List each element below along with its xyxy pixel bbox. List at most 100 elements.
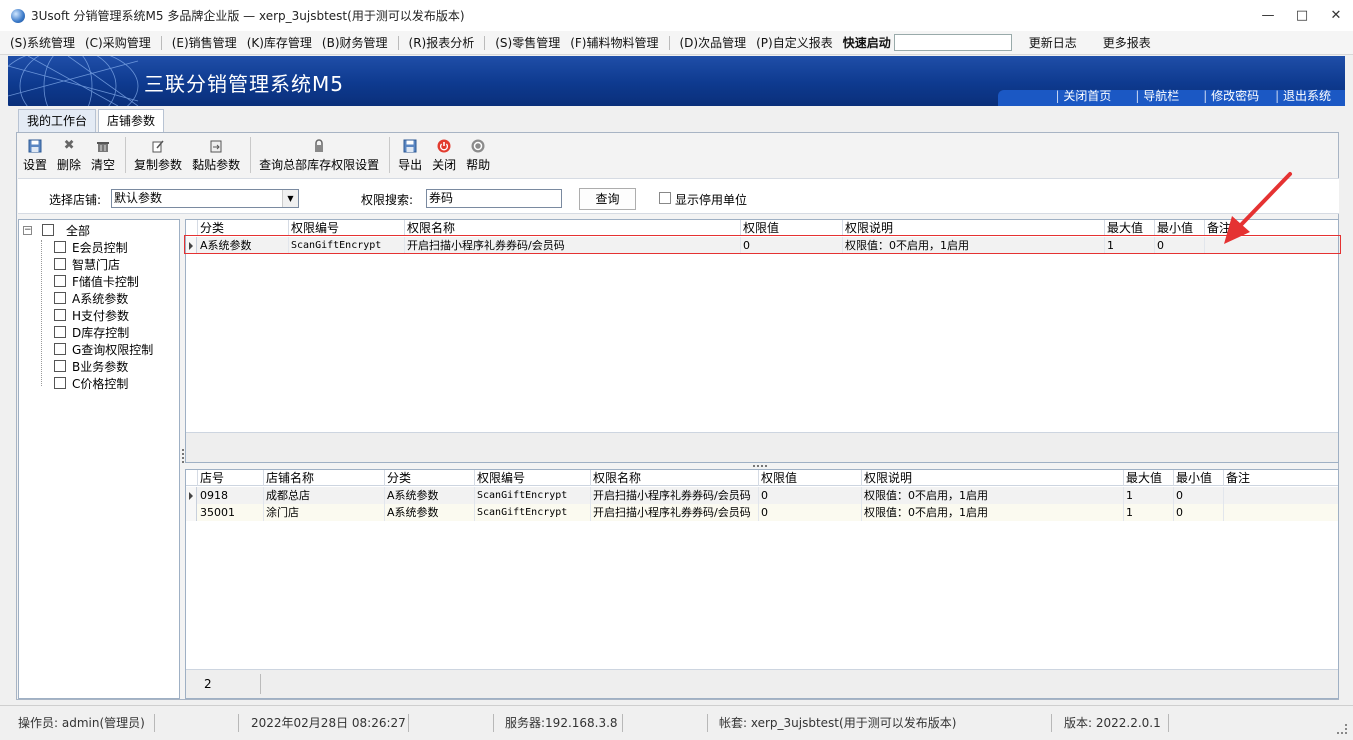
chevron-down-icon[interactable]: ▼ <box>282 190 298 207</box>
table-cell[interactable] <box>1224 504 1338 521</box>
tree-item[interactable]: F储值卡控制 <box>54 273 139 289</box>
tree-item[interactable]: A系统参数 <box>54 290 128 306</box>
tab-store-params[interactable]: 店铺参数 <box>98 109 165 132</box>
table-cell[interactable]: 0 <box>1174 487 1224 504</box>
exit-system-link[interactable]: 退出系统 <box>1275 87 1331 104</box>
permission-search-input[interactable]: 券码 <box>426 189 562 208</box>
table-cell[interactable]: 0 <box>759 487 862 504</box>
tree-checkbox[interactable] <box>54 309 66 321</box>
help-button[interactable]: 帮助 <box>466 133 490 173</box>
menu-finance[interactable]: (B)财务管理 <box>322 34 388 51</box>
table-row[interactable]: 35001 涂门店 A系统参数 ScanGiftEncrypt 开启扫描小程序礼… <box>186 504 1338 521</box>
table-cell[interactable]: 成都总店 <box>264 487 385 504</box>
maximize-button[interactable]: □ <box>1285 0 1319 31</box>
column-header[interactable]: 最小值 <box>1155 220 1205 236</box>
menu-more-reports[interactable]: 更多报表 <box>1103 34 1151 51</box>
set-button[interactable]: 设置 <box>23 133 47 173</box>
menu-inventory[interactable]: (K)库存管理 <box>247 34 312 51</box>
column-header[interactable]: 最大值 <box>1124 470 1174 486</box>
column-header[interactable]: 权限名称 <box>591 470 759 486</box>
table-row[interactable]: 0918 成都总店 A系统参数 ScanGiftEncrypt 开启扫描小程序礼… <box>186 487 1338 504</box>
store-select[interactable]: 默认参数 ▼ <box>111 189 299 208</box>
menu-purchase[interactable]: (C)采购管理 <box>85 34 151 51</box>
column-header[interactable]: 权限编号 <box>475 470 591 486</box>
table-cell[interactable]: 0 <box>759 504 862 521</box>
tree-checkbox[interactable] <box>54 377 66 389</box>
tree-item[interactable]: E会员控制 <box>54 239 128 255</box>
tree-checkbox[interactable] <box>42 224 54 236</box>
hq-stock-permission-button[interactable]: 查询总部库存权限设置 <box>259 133 379 173</box>
table-cell[interactable]: A系统参数 <box>385 487 475 504</box>
menu-defective[interactable]: (D)次品管理 <box>680 34 747 51</box>
tree-item[interactable]: 智慧门店 <box>54 256 120 272</box>
menu-materials[interactable]: (F)辅料物料管理 <box>570 34 658 51</box>
clear-button[interactable]: 清空 <box>91 133 115 173</box>
column-header[interactable]: 最小值 <box>1174 470 1224 486</box>
minimize-button[interactable]: — <box>1251 0 1285 31</box>
tree-item-all[interactable]: − 全部 <box>23 222 90 238</box>
column-header[interactable]: 最大值 <box>1105 220 1155 236</box>
query-button[interactable]: 查询 <box>579 188 636 210</box>
delete-button[interactable]: ✖ 删除 <box>57 133 81 173</box>
menu-update-log[interactable]: 更新日志 <box>1029 34 1077 51</box>
table-cell[interactable]: 涂门店 <box>264 504 385 521</box>
tree-checkbox[interactable] <box>54 241 66 253</box>
column-header[interactable]: 权限值 <box>759 470 862 486</box>
close-button[interactable]: 关闭 <box>432 133 456 173</box>
tree-item[interactable]: C价格控制 <box>54 375 128 391</box>
table-cell[interactable]: 权限值：0不启用，1启用 <box>862 487 1124 504</box>
quick-launch-input[interactable] <box>893 34 1012 51</box>
tree-item[interactable]: D库存控制 <box>54 324 129 340</box>
table-cell[interactable]: 开启扫描小程序礼券券码/会员码 <box>405 237 741 254</box>
collapse-icon[interactable]: − <box>23 225 32 235</box>
column-header[interactable]: 权限编号 <box>289 220 405 236</box>
resize-grip-icon[interactable] <box>1337 724 1347 734</box>
show-disabled-checkbox[interactable] <box>659 192 671 204</box>
change-password-link[interactable]: 修改密码 <box>1203 87 1259 104</box>
table-row[interactable]: A系统参数 ScanGiftEncrypt 开启扫描小程序礼券券码/会员码 0 … <box>186 237 1338 254</box>
menu-sales[interactable]: (E)销售管理 <box>172 34 237 51</box>
table-cell[interactable]: ScanGiftEncrypt <box>475 504 591 521</box>
column-header[interactable]: 分类 <box>198 220 289 236</box>
column-header[interactable]: 店铺名称 <box>264 470 385 486</box>
table-cell[interactable]: ScanGiftEncrypt <box>475 487 591 504</box>
column-header[interactable]: 分类 <box>385 470 475 486</box>
table-cell[interactable] <box>1205 237 1338 254</box>
close-home-link[interactable]: 关闭首页 <box>1056 87 1111 104</box>
menu-system[interactable]: (S)系统管理 <box>10 34 75 51</box>
table-cell[interactable]: A系统参数 <box>198 237 289 254</box>
table-cell[interactable]: 1 <box>1124 504 1174 521</box>
column-header[interactable]: 权限值 <box>741 220 843 236</box>
close-window-button[interactable]: ✕ <box>1319 0 1353 31</box>
tree-checkbox[interactable] <box>54 258 66 270</box>
column-header[interactable]: 备注 <box>1205 220 1338 236</box>
table-cell[interactable]: 1 <box>1124 487 1174 504</box>
column-header[interactable]: 权限名称 <box>405 220 741 236</box>
paste-params-button[interactable]: 黏贴参数 <box>192 133 240 173</box>
table-cell[interactable] <box>1224 487 1338 504</box>
tree-checkbox[interactable] <box>54 343 66 355</box>
tree-checkbox[interactable] <box>54 275 66 287</box>
menu-retail[interactable]: (S)零售管理 <box>495 34 560 51</box>
tree-item[interactable]: G查询权限控制 <box>54 341 153 357</box>
table-cell[interactable]: 权限值：0不启用，1启用 <box>862 504 1124 521</box>
copy-params-button[interactable]: 复制参数 <box>134 133 182 173</box>
tree-checkbox[interactable] <box>54 326 66 338</box>
tree-checkbox[interactable] <box>54 292 66 304</box>
table-cell[interactable]: ScanGiftEncrypt <box>289 237 405 254</box>
column-header[interactable]: 权限说明 <box>862 470 1124 486</box>
table-cell[interactable]: 35001 <box>198 504 264 521</box>
export-button[interactable]: 导出 <box>398 133 422 173</box>
table-cell[interactable]: 开启扫描小程序礼券券码/会员码 <box>591 504 759 521</box>
tree-item[interactable]: H支付参数 <box>54 307 129 323</box>
menu-custom-reports[interactable]: (P)自定义报表 <box>756 34 833 51</box>
table-cell[interactable]: 1 <box>1105 237 1155 254</box>
menu-reports[interactable]: (R)报表分析 <box>409 34 475 51</box>
column-header[interactable]: 权限说明 <box>843 220 1105 236</box>
table-cell[interactable]: 0918 <box>198 487 264 504</box>
column-header[interactable]: 店号 <box>198 470 264 486</box>
table-cell[interactable]: 0 <box>1155 237 1205 254</box>
tab-workbench[interactable]: 我的工作台 <box>18 109 97 132</box>
tree-checkbox[interactable] <box>54 360 66 372</box>
tree-item[interactable]: B业务参数 <box>54 358 128 374</box>
